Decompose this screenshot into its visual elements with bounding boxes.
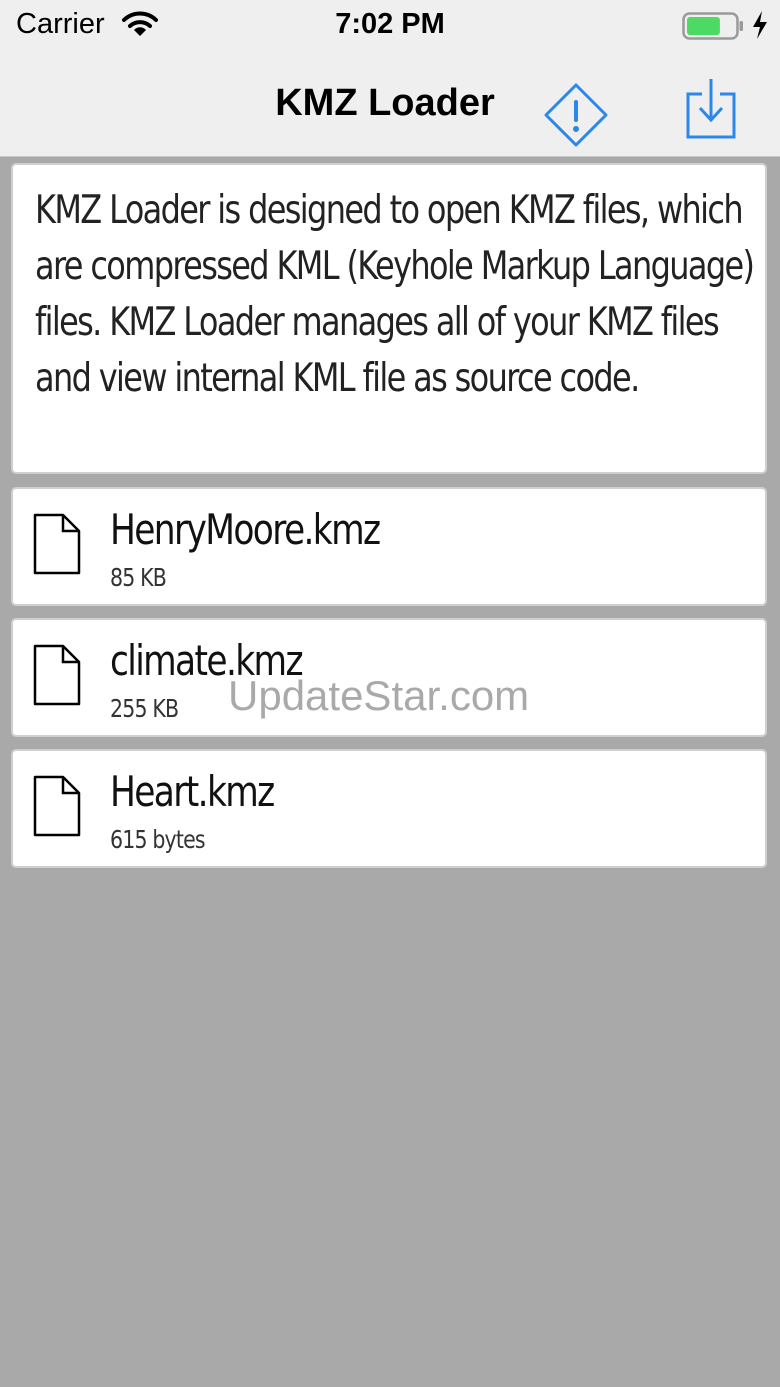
document-icon [33,644,81,706]
file-size: 615 bytes [110,825,206,854]
status-time: 7:02 PM [335,8,445,40]
navigation-bar: KMZ Loader [0,52,780,157]
page-title: KMZ Loader [275,82,495,124]
status-bar: Carrier 7:02 PM [0,0,780,52]
file-row-heart[interactable]: Heart.kmz 615 bytes [11,749,767,868]
file-name: climate.kmz [110,636,304,685]
battery-icon [682,12,743,40]
file-row-climate[interactable]: climate.kmz 255 KB [11,618,767,737]
file-size: 255 KB [110,694,179,723]
file-row-henrymoore[interactable]: HenryMoore.kmz 85 KB [11,487,767,606]
file-name: HenryMoore.kmz [110,505,381,554]
download-tray-icon[interactable] [684,77,738,141]
charging-bolt-icon [753,11,767,39]
warning-diamond-icon[interactable] [543,82,609,148]
description-card: KMZ Loader is designed to open KMZ files… [11,163,767,474]
file-name: Heart.kmz [110,767,275,816]
document-icon [33,775,81,837]
file-size: 85 KB [110,563,167,592]
document-icon [33,513,81,575]
description-text: KMZ Loader is designed to open KMZ files… [35,188,755,401]
